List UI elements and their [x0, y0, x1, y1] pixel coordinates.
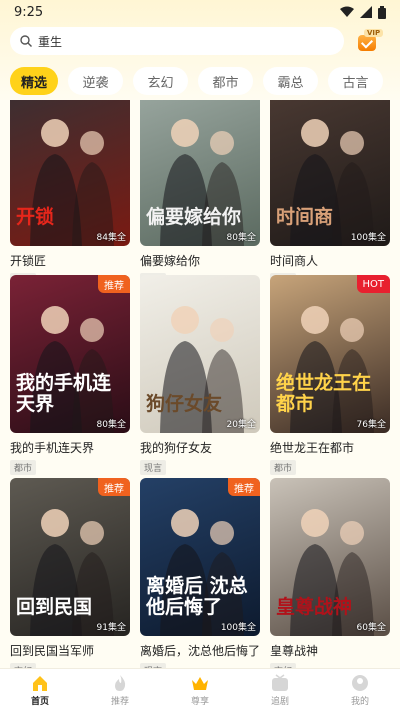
drama-title[interactable]: 绝世龙王在都市: [270, 439, 390, 456]
search-row: 重生 VIP: [10, 27, 390, 55]
drama-poster[interactable]: 回到民国 91集全 推荐: [10, 478, 130, 636]
poster-title-art: 时间商: [276, 206, 334, 229]
drama-title[interactable]: 皇尊战神: [270, 642, 390, 659]
status-icons: [340, 5, 386, 19]
vip-check-icon: [358, 35, 376, 51]
wifi-icon: [340, 6, 354, 17]
drama-card[interactable]: 开锁84集全开锁匠都市: [10, 100, 130, 288]
nav-label: 尊享: [190, 697, 209, 707]
episode-count: 84集全: [96, 233, 126, 243]
episode-count: 76集全: [356, 420, 386, 430]
tab-0[interactable]: 精选: [10, 67, 58, 95]
episode-count: 91集全: [96, 623, 126, 633]
drama-poster[interactable]: 时间商 100集全: [270, 100, 390, 246]
drama-card[interactable]: 我的手机连天界 80集全 推荐 我的手机连天界 都市: [10, 275, 130, 475]
search-value: 重生: [38, 34, 63, 49]
drama-title[interactable]: 离婚后，沈总他后悔了: [140, 642, 260, 659]
nav-item-0[interactable]: 首页: [10, 674, 70, 707]
drama-poster[interactable]: 狗仔女友 20集全: [140, 275, 260, 433]
nav-label: 推荐: [110, 697, 129, 707]
drama-card[interactable]: 离婚后 沈总他后悔了100集全推荐离婚后，沈总他后悔了现言: [140, 478, 260, 668]
nav-label: 首页: [30, 697, 49, 707]
tab-3[interactable]: 都市: [198, 67, 253, 95]
home-icon: [33, 676, 47, 691]
drama-title[interactable]: 偏要嫁给你: [140, 252, 260, 269]
nav-item-2[interactable]: 尊享: [170, 674, 230, 707]
poster-title-art: 狗仔女友: [146, 393, 223, 416]
episode-count: 80集全: [226, 233, 256, 243]
drama-card[interactable]: 皇尊战神60集全皇尊战神玄幻: [270, 478, 390, 668]
drama-card[interactable]: 回到民国91集全推荐回到民国当军师玄幻: [10, 478, 130, 668]
bottom-nav: 首页 推荐 尊享 追剧 我的: [0, 668, 400, 712]
drama-title[interactable]: 开锁匠: [10, 252, 130, 269]
tab-1[interactable]: 逆袭: [68, 67, 123, 95]
recommend-badge: 推荐: [228, 478, 260, 496]
tab-4[interactable]: 霸总: [263, 67, 318, 95]
episode-count: 60集全: [356, 623, 386, 633]
battery-icon: [378, 5, 386, 19]
poster-title-art: 开锁: [16, 206, 55, 229]
drama-title[interactable]: 时间商人: [270, 252, 390, 269]
profile-icon: [352, 675, 368, 691]
status-bar: 9:25: [0, 0, 400, 24]
nav-label: 我的: [350, 697, 369, 707]
drama-title[interactable]: 我的手机连天界: [10, 439, 130, 456]
drama-poster[interactable]: 偏要嫁给你 80集全: [140, 100, 260, 246]
drama-title[interactable]: 回到民国当军师: [10, 642, 130, 659]
category-tabs: 精选 逆袭 玄幻 都市 霸总 古言: [10, 67, 383, 97]
drama-poster[interactable]: 皇尊战神 60集全: [270, 478, 390, 636]
search-input[interactable]: 重生: [10, 27, 344, 55]
poster-title-art: 我的手机连天界: [16, 372, 112, 416]
recommend-badge: 推荐: [98, 275, 130, 293]
drama-grid: 开锁84集全开锁匠都市偏要嫁给你80集全偏要嫁给你古言时间商100集全时间商人都…: [0, 100, 400, 668]
tab-5[interactable]: 古言: [328, 67, 383, 95]
poster-title-art: 绝世龙王在都市: [276, 372, 372, 416]
drama-card[interactable]: 狗仔女友 20集全我的狗仔女友 现言: [140, 275, 260, 475]
drama-card[interactable]: 时间商100集全时间商人都市: [270, 100, 390, 288]
recommend-badge: 推荐: [98, 478, 130, 496]
nav-label: 追剧: [270, 697, 289, 707]
vip-tag: VIP: [364, 29, 384, 37]
drama-poster[interactable]: 开锁 84集全: [10, 100, 130, 246]
tab-2[interactable]: 玄幻: [133, 67, 188, 95]
drama-poster[interactable]: 我的手机连天界 80集全 推荐: [10, 275, 130, 433]
episode-count: 20集全: [226, 420, 256, 430]
drama-card[interactable]: 绝世龙王在都市 76集全 HOT 绝世龙王在都市 都市: [270, 275, 390, 475]
flame-icon: [115, 675, 126, 691]
search-icon: [20, 35, 32, 47]
hot-badge: HOT: [356, 275, 390, 293]
nav-item-1[interactable]: 推荐: [90, 674, 150, 707]
tv-icon: [272, 674, 288, 691]
poster-title-art: 离婚后 沈总他后悔了: [146, 575, 248, 619]
genre-tag: 都市: [10, 460, 37, 475]
episode-count: 100集全: [350, 233, 386, 243]
vip-button[interactable]: VIP: [356, 29, 384, 53]
episode-count: 80集全: [96, 420, 126, 430]
crown-icon: [192, 677, 208, 690]
drama-card[interactable]: 偏要嫁给你80集全偏要嫁给你古言: [140, 100, 260, 288]
episode-count: 100集全: [220, 623, 256, 633]
drama-poster[interactable]: 绝世龙王在都市 76集全 HOT: [270, 275, 390, 433]
genre-tag: 现言: [140, 460, 167, 475]
genre-tag: 都市: [270, 460, 297, 475]
poster-title-art: 皇尊战神: [276, 596, 353, 619]
drama-poster[interactable]: 离婚后 沈总他后悔了 100集全 推荐: [140, 478, 260, 636]
drama-title[interactable]: 我的狗仔女友: [140, 439, 260, 456]
nav-item-3[interactable]: 追剧: [250, 674, 310, 707]
nav-item-4[interactable]: 我的: [330, 674, 390, 707]
poster-title-art: 偏要嫁给你: [146, 206, 242, 229]
status-time: 9:25: [14, 4, 44, 20]
signal-icon: [360, 6, 372, 18]
poster-title-art: 回到民国: [16, 596, 93, 619]
